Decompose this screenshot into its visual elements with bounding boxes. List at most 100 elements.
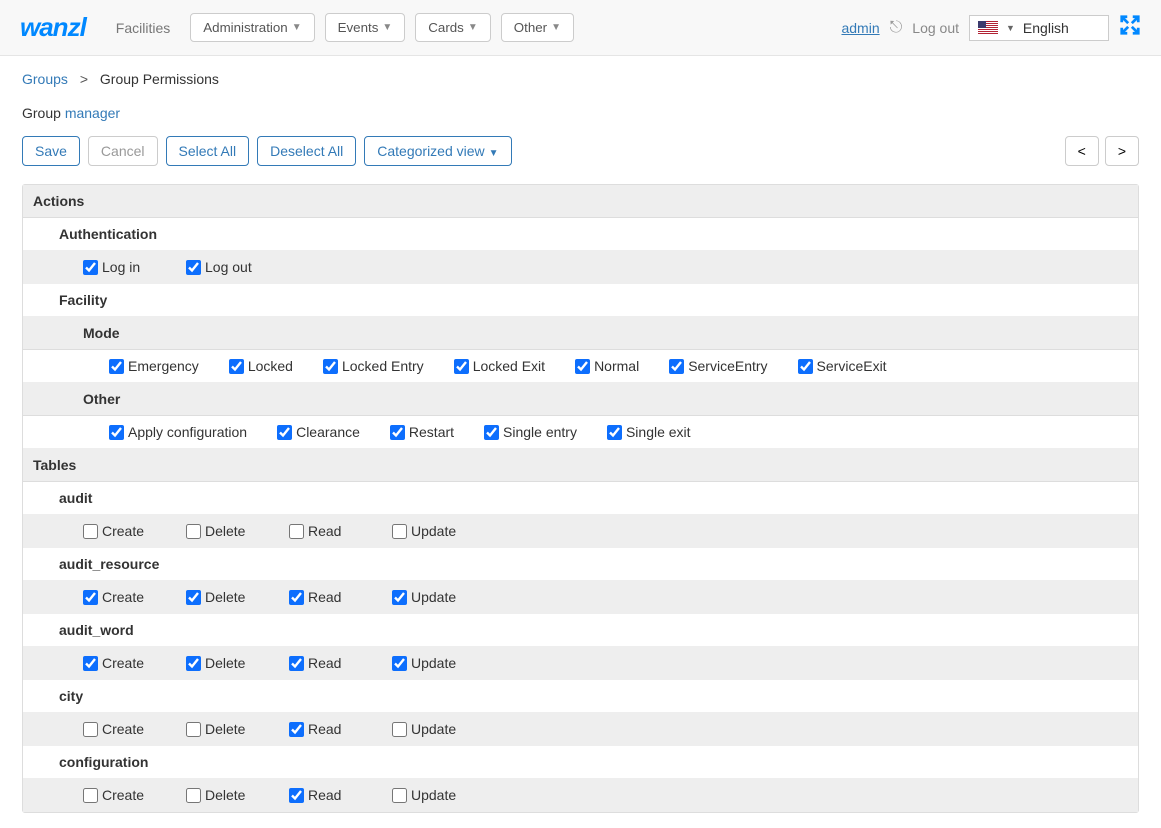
perm-logout[interactable]: Log out: [186, 259, 281, 275]
perm-city-delete[interactable]: Delete: [186, 721, 281, 737]
perm-city-update[interactable]: Update: [392, 721, 487, 737]
perm-audit_resource-update[interactable]: Update: [392, 589, 487, 605]
perm-row-mode: Emergency Locked Locked Entry Locked Exi…: [23, 350, 1138, 383]
checkbox-single-exit[interactable]: [607, 425, 622, 440]
checkbox-audit_word-create[interactable]: [83, 656, 98, 671]
perm-audit-create[interactable]: Create: [83, 523, 178, 539]
nav-other-label: Other: [514, 20, 547, 35]
perm-audit_word-read[interactable]: Read: [289, 655, 384, 671]
perm-label: Single exit: [626, 424, 691, 440]
nav-other[interactable]: Other▼: [501, 13, 574, 42]
caret-down-icon: ▼: [468, 22, 478, 33]
checkbox-login[interactable]: [83, 260, 98, 275]
perm-locked[interactable]: Locked: [229, 358, 293, 374]
checkbox-audit_resource-update[interactable]: [392, 590, 407, 605]
prev-button[interactable]: <: [1065, 136, 1099, 166]
perm-configuration-update[interactable]: Update: [392, 787, 487, 803]
checkbox-normal[interactable]: [575, 359, 590, 374]
nav-administration[interactable]: Administration▼: [190, 13, 314, 42]
perm-audit_word-delete[interactable]: Delete: [186, 655, 281, 671]
breadcrumb-groups[interactable]: Groups: [22, 71, 68, 87]
checkbox-audit-read[interactable]: [289, 524, 304, 539]
checkbox-audit-update[interactable]: [392, 524, 407, 539]
checkbox-audit_word-read[interactable]: [289, 656, 304, 671]
select-all-button[interactable]: Select All: [166, 136, 250, 166]
perm-login[interactable]: Log in: [83, 259, 178, 275]
perm-emergency[interactable]: Emergency: [109, 358, 199, 374]
perm-configuration-create[interactable]: Create: [83, 787, 178, 803]
checkbox-restart[interactable]: [390, 425, 405, 440]
checkbox-configuration-create[interactable]: [83, 788, 98, 803]
checkbox-service-entry[interactable]: [669, 359, 684, 374]
permissions-table: Actions Authentication Log in Log out Fa…: [22, 184, 1139, 813]
perm-label: Read: [308, 523, 341, 539]
checkbox-locked-exit[interactable]: [454, 359, 469, 374]
checkbox-locked[interactable]: [229, 359, 244, 374]
group-name-link[interactable]: manager: [65, 105, 120, 121]
checkbox-audit_word-delete[interactable]: [186, 656, 201, 671]
perm-label: Create: [102, 787, 144, 803]
perm-audit_word-update[interactable]: Update: [392, 655, 487, 671]
perm-row-configuration: Create Delete Read Update: [23, 779, 1138, 812]
perm-single-exit[interactable]: Single exit: [607, 424, 691, 440]
cancel-button[interactable]: Cancel: [88, 136, 158, 166]
perm-audit_resource-create[interactable]: Create: [83, 589, 178, 605]
logout-icon[interactable]: ⎋: [890, 19, 903, 37]
logout-link[interactable]: Log out: [912, 20, 959, 36]
perm-label: Locked Exit: [473, 358, 545, 374]
checkbox-locked-entry[interactable]: [323, 359, 338, 374]
perm-clearance[interactable]: Clearance: [277, 424, 360, 440]
perm-audit-update[interactable]: Update: [392, 523, 487, 539]
perm-apply-config[interactable]: Apply configuration: [109, 424, 247, 440]
categorized-view-button[interactable]: Categorized view▼: [364, 136, 511, 166]
perm-configuration-read[interactable]: Read: [289, 787, 384, 803]
checkbox-city-create[interactable]: [83, 722, 98, 737]
caret-down-icon: ▼: [382, 22, 392, 33]
checkbox-audit_resource-create[interactable]: [83, 590, 98, 605]
perm-locked-entry[interactable]: Locked Entry: [323, 358, 424, 374]
checkbox-service-exit[interactable]: [798, 359, 813, 374]
fullscreen-icon[interactable]: [1119, 14, 1141, 42]
nav-events[interactable]: Events▼: [325, 13, 406, 42]
perm-audit-read[interactable]: Read: [289, 523, 384, 539]
checkbox-apply-config[interactable]: [109, 425, 124, 440]
perm-service-exit[interactable]: ServiceExit: [798, 358, 887, 374]
checkbox-audit_word-update[interactable]: [392, 656, 407, 671]
checkbox-audit-create[interactable]: [83, 524, 98, 539]
perm-normal[interactable]: Normal: [575, 358, 639, 374]
section-actions: Actions: [23, 185, 1138, 218]
checkbox-audit_resource-delete[interactable]: [186, 590, 201, 605]
checkbox-clearance[interactable]: [277, 425, 292, 440]
perm-city-create[interactable]: Create: [83, 721, 178, 737]
perm-single-entry[interactable]: Single entry: [484, 424, 577, 440]
language-select[interactable]: ▼ English: [969, 15, 1109, 41]
perm-locked-exit[interactable]: Locked Exit: [454, 358, 545, 374]
checkbox-audit_resource-read[interactable]: [289, 590, 304, 605]
checkbox-configuration-delete[interactable]: [186, 788, 201, 803]
perm-service-entry[interactable]: ServiceEntry: [669, 358, 767, 374]
admin-link[interactable]: admin: [841, 20, 879, 36]
perm-audit-delete[interactable]: Delete: [186, 523, 281, 539]
nav-cards-label: Cards: [428, 20, 464, 35]
perm-city-read[interactable]: Read: [289, 721, 384, 737]
perm-audit_word-create[interactable]: Create: [83, 655, 178, 671]
checkbox-configuration-update[interactable]: [392, 788, 407, 803]
checkbox-emergency[interactable]: [109, 359, 124, 374]
perm-label: Locked: [248, 358, 293, 374]
checkbox-audit-delete[interactable]: [186, 524, 201, 539]
perm-configuration-delete[interactable]: Delete: [186, 787, 281, 803]
next-button[interactable]: >: [1105, 136, 1139, 166]
perm-audit_resource-delete[interactable]: Delete: [186, 589, 281, 605]
checkbox-city-update[interactable]: [392, 722, 407, 737]
nav-cards[interactable]: Cards ▼: [415, 13, 490, 42]
deselect-all-button[interactable]: Deselect All: [257, 136, 356, 166]
nav-facilities[interactable]: Facilities: [106, 14, 180, 42]
checkbox-configuration-read[interactable]: [289, 788, 304, 803]
checkbox-logout[interactable]: [186, 260, 201, 275]
perm-audit_resource-read[interactable]: Read: [289, 589, 384, 605]
perm-restart[interactable]: Restart: [390, 424, 454, 440]
checkbox-city-delete[interactable]: [186, 722, 201, 737]
checkbox-city-read[interactable]: [289, 722, 304, 737]
save-button[interactable]: Save: [22, 136, 80, 166]
checkbox-single-entry[interactable]: [484, 425, 499, 440]
